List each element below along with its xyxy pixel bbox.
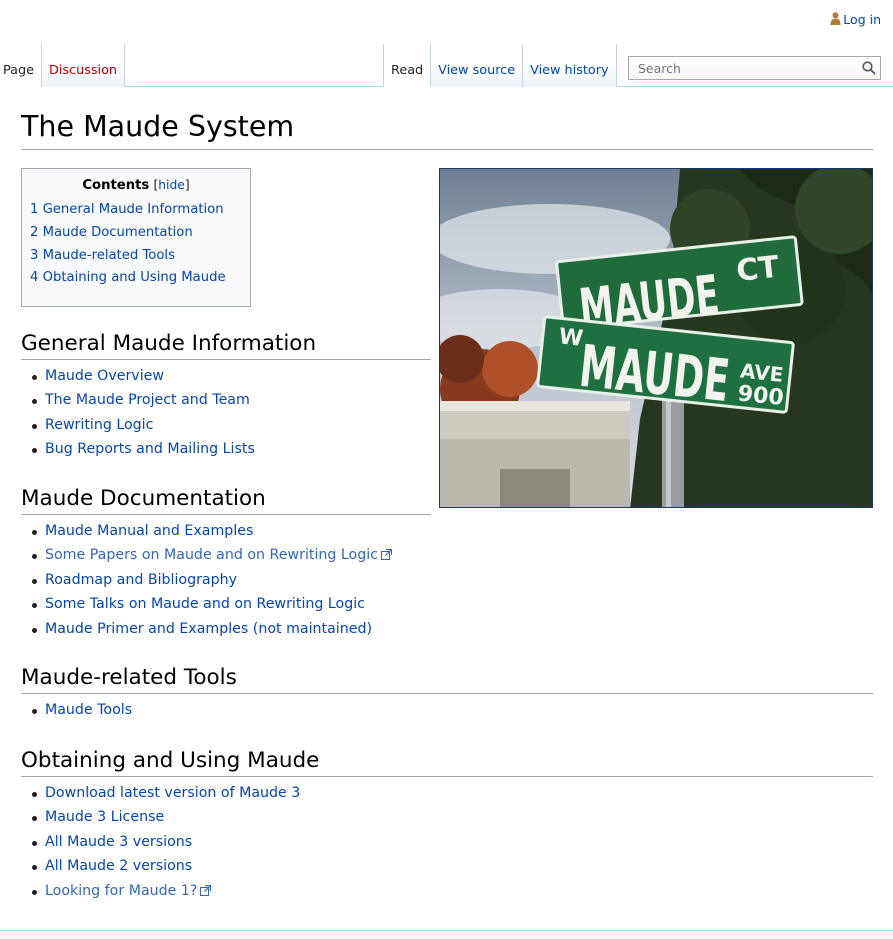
link-bug-reports[interactable]: Bug Reports and Mailing Lists [45, 441, 255, 457]
list-item: Download latest version of Maude 3 [21, 781, 873, 805]
toc-hide-link[interactable]: hide [158, 178, 185, 192]
list-item: Some Papers on Maude and on Rewriting Lo… [21, 543, 431, 567]
link-maude-3-license[interactable]: Maude 3 License [45, 809, 164, 825]
table-of-contents: Contents [hide] 1 General Maude Informat… [21, 168, 251, 307]
tab-bar: Page Discussion Read View source View hi… [0, 44, 893, 87]
search-input[interactable] [628, 56, 881, 80]
section-obtaining-using-maude: Obtaining and Using Maude Download lates… [21, 747, 873, 903]
list-item: Roadmap and Bibliography [21, 568, 431, 592]
link-maude-project-team[interactable]: The Maude Project and Team [45, 392, 250, 408]
toc-header: Contents [hide] [30, 178, 242, 193]
content: The Maude System Contents [hide] 1 Gener… [0, 87, 893, 939]
list-item: Maude Manual and Examples [21, 519, 431, 543]
tab-view-source[interactable]: View source [431, 44, 524, 87]
link-all-maude-2[interactable]: All Maude 2 versions [45, 858, 192, 874]
link-download-maude-3[interactable]: Download latest version of Maude 3 [45, 785, 300, 801]
list-item: Maude Overview [21, 364, 431, 388]
link-maude-1-external[interactable]: Looking for Maude 1? [45, 883, 197, 899]
link-maude-manual[interactable]: Maude Manual and Examples [45, 523, 253, 539]
section-heading: Obtaining and Using Maude [21, 747, 873, 777]
list-item: Rewriting Logic [21, 413, 431, 437]
toc-item[interactable]: 1 General Maude Information [30, 202, 224, 217]
external-link-icon [200, 884, 212, 896]
maude-street-sign-photo: MAUDE CT W MAUDE AVE 900 [439, 168, 873, 508]
search-icon[interactable] [861, 60, 877, 76]
tab-page[interactable]: Page [0, 44, 42, 87]
link-maude-tools[interactable]: Maude Tools [45, 702, 132, 718]
page-title: The Maude System [21, 107, 873, 150]
namespace-tabs: Page Discussion [0, 44, 126, 87]
view-tabs: Read View source View history [383, 44, 617, 87]
list-item: All Maude 2 versions [21, 854, 873, 878]
link-papers-external[interactable]: Some Papers on Maude and on Rewriting Lo… [45, 547, 378, 563]
footer-divider [0, 930, 893, 939]
link-talks[interactable]: Some Talks on Maude and on Rewriting Log… [45, 596, 365, 612]
section-heading: General Maude Information [21, 330, 431, 360]
list-item: Maude Primer and Examples (not maintaine… [21, 617, 431, 641]
toc-item[interactable]: 2 Maude Documentation [30, 225, 193, 240]
toc-toggle: [hide] [153, 178, 190, 192]
list-item: The Maude Project and Team [21, 388, 431, 412]
list-item: Looking for Maude 1? [21, 879, 873, 903]
link-roadmap[interactable]: Roadmap and Bibliography [45, 572, 237, 588]
tab-view-history[interactable]: View history [523, 44, 617, 87]
login-link[interactable]: Log in [843, 12, 881, 27]
personal-tools: Log in [830, 12, 881, 27]
section-heading: Maude Documentation [21, 485, 431, 515]
tab-discussion[interactable]: Discussion [41, 44, 126, 87]
toc-title: Contents [82, 178, 150, 193]
sign2-prefix: W [558, 324, 585, 351]
section-maude-documentation: Maude Documentation Maude Manual and Exa… [21, 485, 431, 641]
search-box [628, 56, 881, 80]
toc-item[interactable]: 3 Maude-related Tools [30, 248, 175, 263]
external-link-icon [380, 549, 392, 561]
list-item: Some Talks on Maude and on Rewriting Log… [21, 592, 431, 616]
toc-item[interactable]: 4 Obtaining and Using Maude [30, 270, 226, 285]
sign2-suffix-bottom: 900 [737, 381, 785, 411]
link-maude-overview[interactable]: Maude Overview [45, 368, 164, 384]
list-item: Maude 3 License [21, 805, 873, 829]
section-heading: Maude-related Tools [21, 664, 873, 694]
link-rewriting-logic[interactable]: Rewriting Logic [45, 417, 153, 433]
link-primer[interactable]: Maude Primer and Examples (not maintaine… [45, 621, 372, 637]
section-maude-related-tools: Maude-related Tools Maude Tools [21, 664, 873, 722]
user-icon [830, 12, 841, 25]
sign1-suffix: CT [735, 250, 781, 289]
list-item: All Maude 3 versions [21, 830, 873, 854]
section-general-maude-information: General Maude Information Maude Overview… [21, 330, 431, 462]
list-item: Bug Reports and Mailing Lists [21, 437, 431, 461]
list-item: Maude Tools [21, 698, 873, 722]
link-all-maude-3[interactable]: All Maude 3 versions [45, 834, 192, 850]
tab-read[interactable]: Read [383, 44, 432, 87]
